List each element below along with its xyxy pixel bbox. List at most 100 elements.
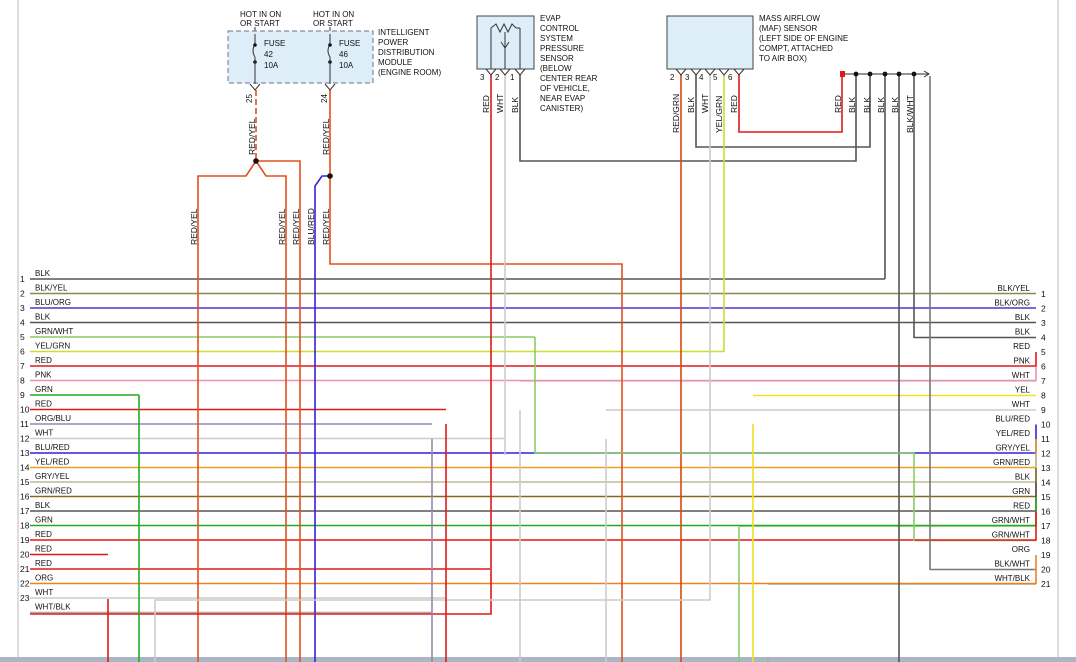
right-pin-number: 2 <box>1041 304 1046 314</box>
fuse2-hot-label-1: HOT IN ON <box>313 10 354 19</box>
vlabel-right-redyel: RED/YEL <box>321 208 331 245</box>
blured-branch <box>314 175 330 662</box>
left-pin-number: 22 <box>20 579 30 589</box>
left-pin-wire-label: YEL/RED <box>35 458 69 467</box>
horizontal-wires <box>30 278 1036 614</box>
right-pin-number: 11 <box>1041 434 1050 444</box>
left-pin-number: 8 <box>20 376 25 386</box>
vlabel-evap-blk: BLK <box>510 97 520 113</box>
evap-label-2: SYSTEM <box>540 34 573 43</box>
vlabel-gnd-blk-2: BLK <box>862 97 872 113</box>
vlabel-maf-yelgrn: YEL/GRN <box>714 96 724 133</box>
fuse1-hot-label-2: OR START <box>240 19 280 28</box>
left-pin-number: 7 <box>20 361 25 371</box>
redyel-branch-left <box>197 160 257 662</box>
maf-red-wire <box>738 75 843 133</box>
maf-pin-4: 4 <box>699 73 704 82</box>
right-pin-wire-label: WHT/BLK <box>994 574 1030 583</box>
left-pin-number: 10 <box>20 405 30 415</box>
evap-label-5: (BELOW <box>540 64 572 73</box>
left-pin-number: 14 <box>20 463 30 473</box>
right-pin-number: 10 <box>1041 420 1051 430</box>
ground-splice-dot <box>867 71 873 77</box>
vlabel-gnd-blk-3: BLK <box>876 97 886 113</box>
right-pin-number: 9 <box>1041 405 1046 415</box>
left-pin-number: 3 <box>20 303 25 313</box>
right-pin-wire-label: GRN/WHT <box>992 516 1030 525</box>
left-pin-wire-label: RED <box>35 356 52 365</box>
left-pin-wire-label: BLU/RED <box>35 443 70 452</box>
vlabel-gnd-red: RED <box>833 95 843 113</box>
maf-pin-2: 2 <box>670 73 675 82</box>
right-pin-number: 14 <box>1041 478 1051 488</box>
left-pin-wire-label: GRN <box>35 516 53 525</box>
left-pin-number: 15 <box>20 477 30 487</box>
evap-red-wire <box>30 75 492 615</box>
left-pin-wire-label: BLK <box>35 313 51 322</box>
evap-pin-1: 1 <box>510 73 515 82</box>
maf-label-0: MASS AIRFLOW <box>759 14 820 23</box>
right-pin-wire-label: WHT <box>1012 400 1030 409</box>
vlabel-fuse2-redyel: RED/YEL <box>321 118 331 155</box>
fuse-module: HOT IN ON OR START HOT IN ON OR START FU… <box>227 10 441 103</box>
vertical-wires <box>30 75 1037 662</box>
evap-label-3: PRESSURE <box>540 44 584 53</box>
right-pin-number: 17 <box>1041 521 1051 531</box>
vlabel-gnd-blkwht: BLK/WHT <box>905 95 915 133</box>
ground-splice-dot <box>853 71 859 77</box>
right-pin-wire-label: GRN/WHT <box>992 531 1030 540</box>
right-pin-wire-label: ORG <box>1012 545 1030 554</box>
right-pin-wire-label: PNK <box>1014 357 1031 366</box>
right-pin-wire-label: BLK <box>1015 473 1031 482</box>
left-pin-wire-label: RED <box>35 530 52 539</box>
right-pin-wire-label: GRY/YEL <box>995 444 1030 453</box>
fuse-42-name: FUSE <box>264 39 285 48</box>
maf-label-3: COMPT, ATTACHED <box>759 44 833 53</box>
left-pin-number: 19 <box>20 535 30 545</box>
right-pin-number: 13 <box>1041 463 1051 473</box>
right-pin-wire-label: BLK/WHT <box>994 560 1030 569</box>
maf-sensor: 2 3 4 5 6 MASS AIRFLOW (MAF) SENSOR (LEF… <box>666 14 848 82</box>
right-pin-number: 16 <box>1041 507 1051 517</box>
right-pin-number: 12 <box>1041 449 1051 459</box>
vlabel-left-redyel: RED/YEL <box>189 208 199 245</box>
left-pin-wire-label: WHT <box>35 429 53 438</box>
right-pin-number: 21 <box>1041 579 1051 589</box>
left-pin-number: 20 <box>20 550 30 560</box>
vlabel-evap-red: RED <box>481 95 491 113</box>
vlabel-evap-wht: WHT <box>495 94 505 113</box>
left-pin-wire-label: RED <box>35 545 52 554</box>
through-wire <box>30 366 1037 382</box>
maf-pin-5: 5 <box>713 73 718 82</box>
vlabel-maf-redgrn: RED/GRN <box>671 94 681 133</box>
vlabel-fuse1-redyel: RED/YEL <box>247 118 257 155</box>
evap-label-7: OF VEHICLE, <box>540 84 590 93</box>
maf-sensor-box <box>666 15 754 70</box>
module-label-2: POWER <box>378 38 408 47</box>
right-pin-wire-label: BLK/YEL <box>998 284 1031 293</box>
right-pin-number: 1 <box>1041 289 1046 299</box>
ground-splice-dot <box>882 71 888 77</box>
right-pin-number: 6 <box>1041 362 1046 372</box>
left-pin-number: 1 <box>20 274 25 284</box>
ground-splice-dot <box>896 71 902 77</box>
right-pin-wire-label: BLK <box>1015 328 1031 337</box>
left-pin-number: 2 <box>20 289 25 299</box>
evap-label-4: SENSOR <box>540 54 574 63</box>
left-pin-number: 21 <box>20 564 30 574</box>
vlabel-mid1-redyel: RED/YEL <box>277 208 287 245</box>
fuse1-hot-label-1: HOT IN ON <box>240 10 281 19</box>
vlabel-maf-wht: WHT <box>700 94 710 113</box>
vlabel-gnd-blk-1: BLK <box>847 97 857 113</box>
fuse1-connector <box>249 83 261 91</box>
vertical-wire-labels: RED/YEL RED/YEL RED/YEL RED/YEL RED/YEL … <box>189 94 915 245</box>
left-pin-wire-label: GRY/YEL <box>35 472 70 481</box>
left-pin-wire-label: WHT/BLK <box>35 603 71 612</box>
evap-label-8: NEAR EVAP <box>540 94 585 103</box>
vlabel-maf-red: RED <box>729 95 739 113</box>
left-pin-number: 13 <box>20 448 30 458</box>
fuse2-splice-dot <box>327 173 333 179</box>
left-pin-number: 17 <box>20 506 30 516</box>
left-pin-wire-label: GRN/RED <box>35 487 72 496</box>
left-pin-wire-label: GRN <box>35 385 53 394</box>
